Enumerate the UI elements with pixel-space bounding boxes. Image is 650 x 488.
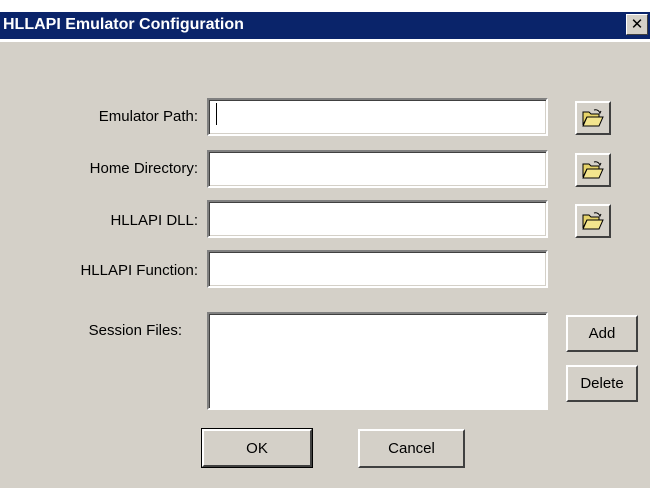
cancel-button[interactable]: Cancel [358,429,465,468]
open-folder-icon [582,161,604,179]
hllapi-function-label: HLLAPI Function: [80,262,198,279]
emulator-path-input[interactable] [207,98,548,136]
close-icon: ✕ [630,16,644,33]
browse-emulator-path-button[interactable] [575,101,611,135]
window-title: HLLAPI Emulator Configuration [3,16,244,33]
home-directory-label: Home Directory: [89,160,198,177]
close-button[interactable]: ✕ [626,14,648,35]
browse-hllapi-dll-button[interactable] [575,204,611,238]
session-files-list[interactable] [207,312,548,410]
open-folder-icon [582,109,604,127]
ok-button[interactable]: OK [201,428,313,468]
title-bar: HLLAPI Emulator Configuration ✕ [0,0,650,42]
delete-button[interactable]: Delete [566,365,638,402]
hllapi-dll-label: HLLAPI DLL: [110,212,198,229]
browse-home-directory-button[interactable] [575,153,611,187]
add-button[interactable]: Add [566,315,638,352]
open-folder-icon [582,212,604,230]
text-caret [216,103,217,125]
home-directory-input[interactable] [207,150,548,188]
emulator-path-label: Emulator Path: [98,108,198,125]
hllapi-dll-input[interactable] [207,200,548,238]
hllapi-function-input[interactable] [207,250,548,288]
session-files-label: Session Files: [88,322,182,339]
ok-button-label: OK [202,429,312,467]
